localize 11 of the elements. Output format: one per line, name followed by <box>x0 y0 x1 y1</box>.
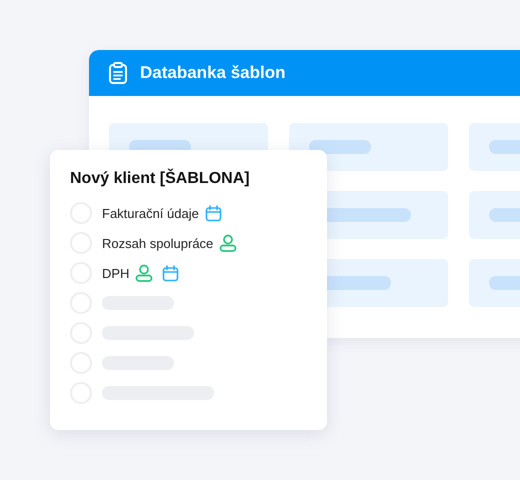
calendar-icon <box>162 264 180 282</box>
task-label: DPH <box>102 266 130 280</box>
person-icon <box>135 264 154 282</box>
calendar-icon <box>204 204 222 222</box>
panel-title: Databanka šablon <box>140 63 286 83</box>
task-label: Fakturační údaje <box>102 206 199 220</box>
card-title: Nový klient [ŠABLONA] <box>70 170 251 188</box>
person-icon <box>219 234 238 252</box>
placeholder-bar <box>309 140 371 154</box>
clipboard-icon <box>108 62 128 84</box>
task-label: Rozsah spolupráce <box>102 236 214 250</box>
